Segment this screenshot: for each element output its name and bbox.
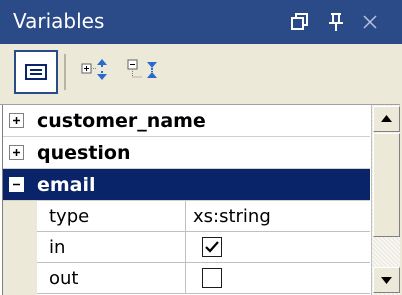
arrow-up-icon <box>381 115 392 122</box>
list-view-button[interactable] <box>14 50 58 94</box>
pin-icon[interactable] <box>324 10 348 34</box>
property-row-out: out <box>3 263 370 295</box>
panel-titlebar: Variables <box>0 0 402 44</box>
scroll-up-button[interactable] <box>373 106 400 132</box>
panel-title: Variables <box>13 9 105 33</box>
property-name-cell: out <box>37 263 186 294</box>
expand-icon[interactable] <box>9 145 24 160</box>
property-row-type: type xs:string <box>3 201 370 233</box>
vertical-scrollbar[interactable] <box>371 105 400 295</box>
variable-name: question <box>37 142 131 164</box>
collapse-icon[interactable] <box>9 177 24 192</box>
close-icon[interactable] <box>358 10 382 34</box>
out-checkbox[interactable] <box>202 268 222 288</box>
expand-all-icon <box>81 59 107 80</box>
property-value-cell <box>186 263 370 294</box>
restore-icon[interactable] <box>288 10 312 34</box>
tree-row-customer-name[interactable]: customer_name <box>3 105 370 137</box>
in-checkbox[interactable] <box>202 237 222 257</box>
property-label: in <box>49 237 66 258</box>
property-label: type <box>49 206 90 227</box>
toolbar-separator <box>64 54 66 90</box>
property-label: out <box>49 268 79 289</box>
tree-row-email[interactable]: email <box>3 169 370 201</box>
expand-all-button[interactable] <box>76 50 120 94</box>
tree-row-question[interactable]: question <box>3 137 370 169</box>
scroll-down-button[interactable] <box>373 267 400 293</box>
collapse-all-icon <box>127 59 157 78</box>
expand-icon[interactable] <box>9 113 24 128</box>
list-view-icon <box>25 64 47 80</box>
panel-toolbar <box>0 44 402 100</box>
property-name-cell: type <box>37 201 186 232</box>
arrow-down-icon <box>381 277 392 284</box>
scroll-thumb[interactable] <box>373 133 400 237</box>
type-value[interactable]: xs:string <box>193 203 271 231</box>
collapse-all-button[interactable] <box>122 50 166 94</box>
variables-panel: Variables customer_name question email t… <box>0 0 402 295</box>
checkmark-icon <box>205 241 219 253</box>
property-value-cell[interactable]: xs:string <box>186 201 370 232</box>
variables-tree: customer_name question email type xs:str… <box>2 105 370 295</box>
property-name-cell: in <box>37 232 186 263</box>
property-value-cell <box>186 232 370 263</box>
property-row-in: in <box>3 232 370 264</box>
variable-name: email <box>37 174 96 196</box>
variable-name: customer_name <box>37 110 206 132</box>
